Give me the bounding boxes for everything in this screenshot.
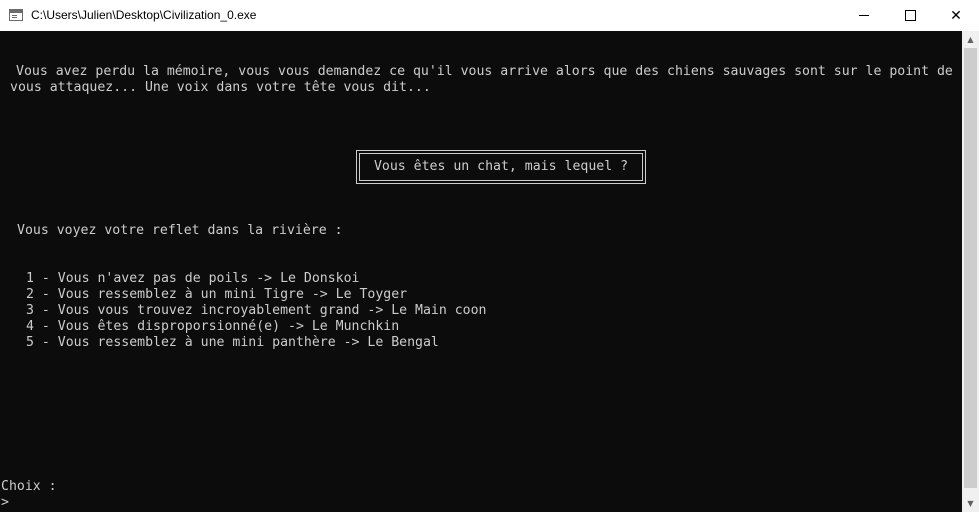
question-text: Vous êtes un chat, mais lequel ?	[359, 153, 643, 181]
maximize-button[interactable]	[887, 0, 933, 31]
console-icon	[9, 9, 23, 21]
scroll-up-arrow-icon[interactable]: ▲	[962, 31, 979, 48]
minimize-button[interactable]	[841, 0, 887, 31]
reflection-prompt: Vous voyez votre reflet dans la rivière …	[17, 223, 343, 238]
title-bar[interactable]: C:\Users\Julien\Desktop\Civilization_0.e…	[0, 0, 979, 32]
option-5: 5 - Vous ressemblez à une mini panthère …	[26, 335, 439, 350]
question-box: Vous êtes un chat, mais lequel ?	[356, 150, 646, 184]
option-4: 4 - Vous êtes disproporsionné(e) -> Le M…	[26, 319, 400, 334]
intro-line-2: vous attaquez... Une voix dans votre têt…	[10, 80, 431, 95]
choice-label: Choix :	[1, 479, 57, 494]
option-1: 1 - Vous n'avez pas de poils -> Le Donsk…	[26, 271, 360, 286]
scroll-thumb[interactable]	[964, 48, 977, 488]
option-2: 2 - Vous ressemblez à un mini Tigre -> L…	[26, 287, 408, 302]
intro-line-1: Vous avez perdu la mémoire, vous vous de…	[16, 64, 953, 79]
console-output[interactable]: Vous avez perdu la mémoire, vous vous de…	[0, 31, 962, 512]
option-3: 3 - Vous vous trouvez incroyablement gra…	[26, 303, 487, 318]
minimize-icon	[859, 15, 869, 16]
window-title: C:\Users\Julien\Desktop\Civilization_0.e…	[31, 8, 257, 22]
input-prompt[interactable]: >	[1, 495, 9, 511]
maximize-icon	[904, 10, 916, 21]
scroll-down-arrow-icon[interactable]: ▼	[962, 495, 979, 512]
vertical-scrollbar[interactable]: ▲ ▼	[962, 31, 979, 512]
close-icon: ✕	[950, 7, 962, 24]
close-button[interactable]: ✕	[933, 0, 979, 31]
